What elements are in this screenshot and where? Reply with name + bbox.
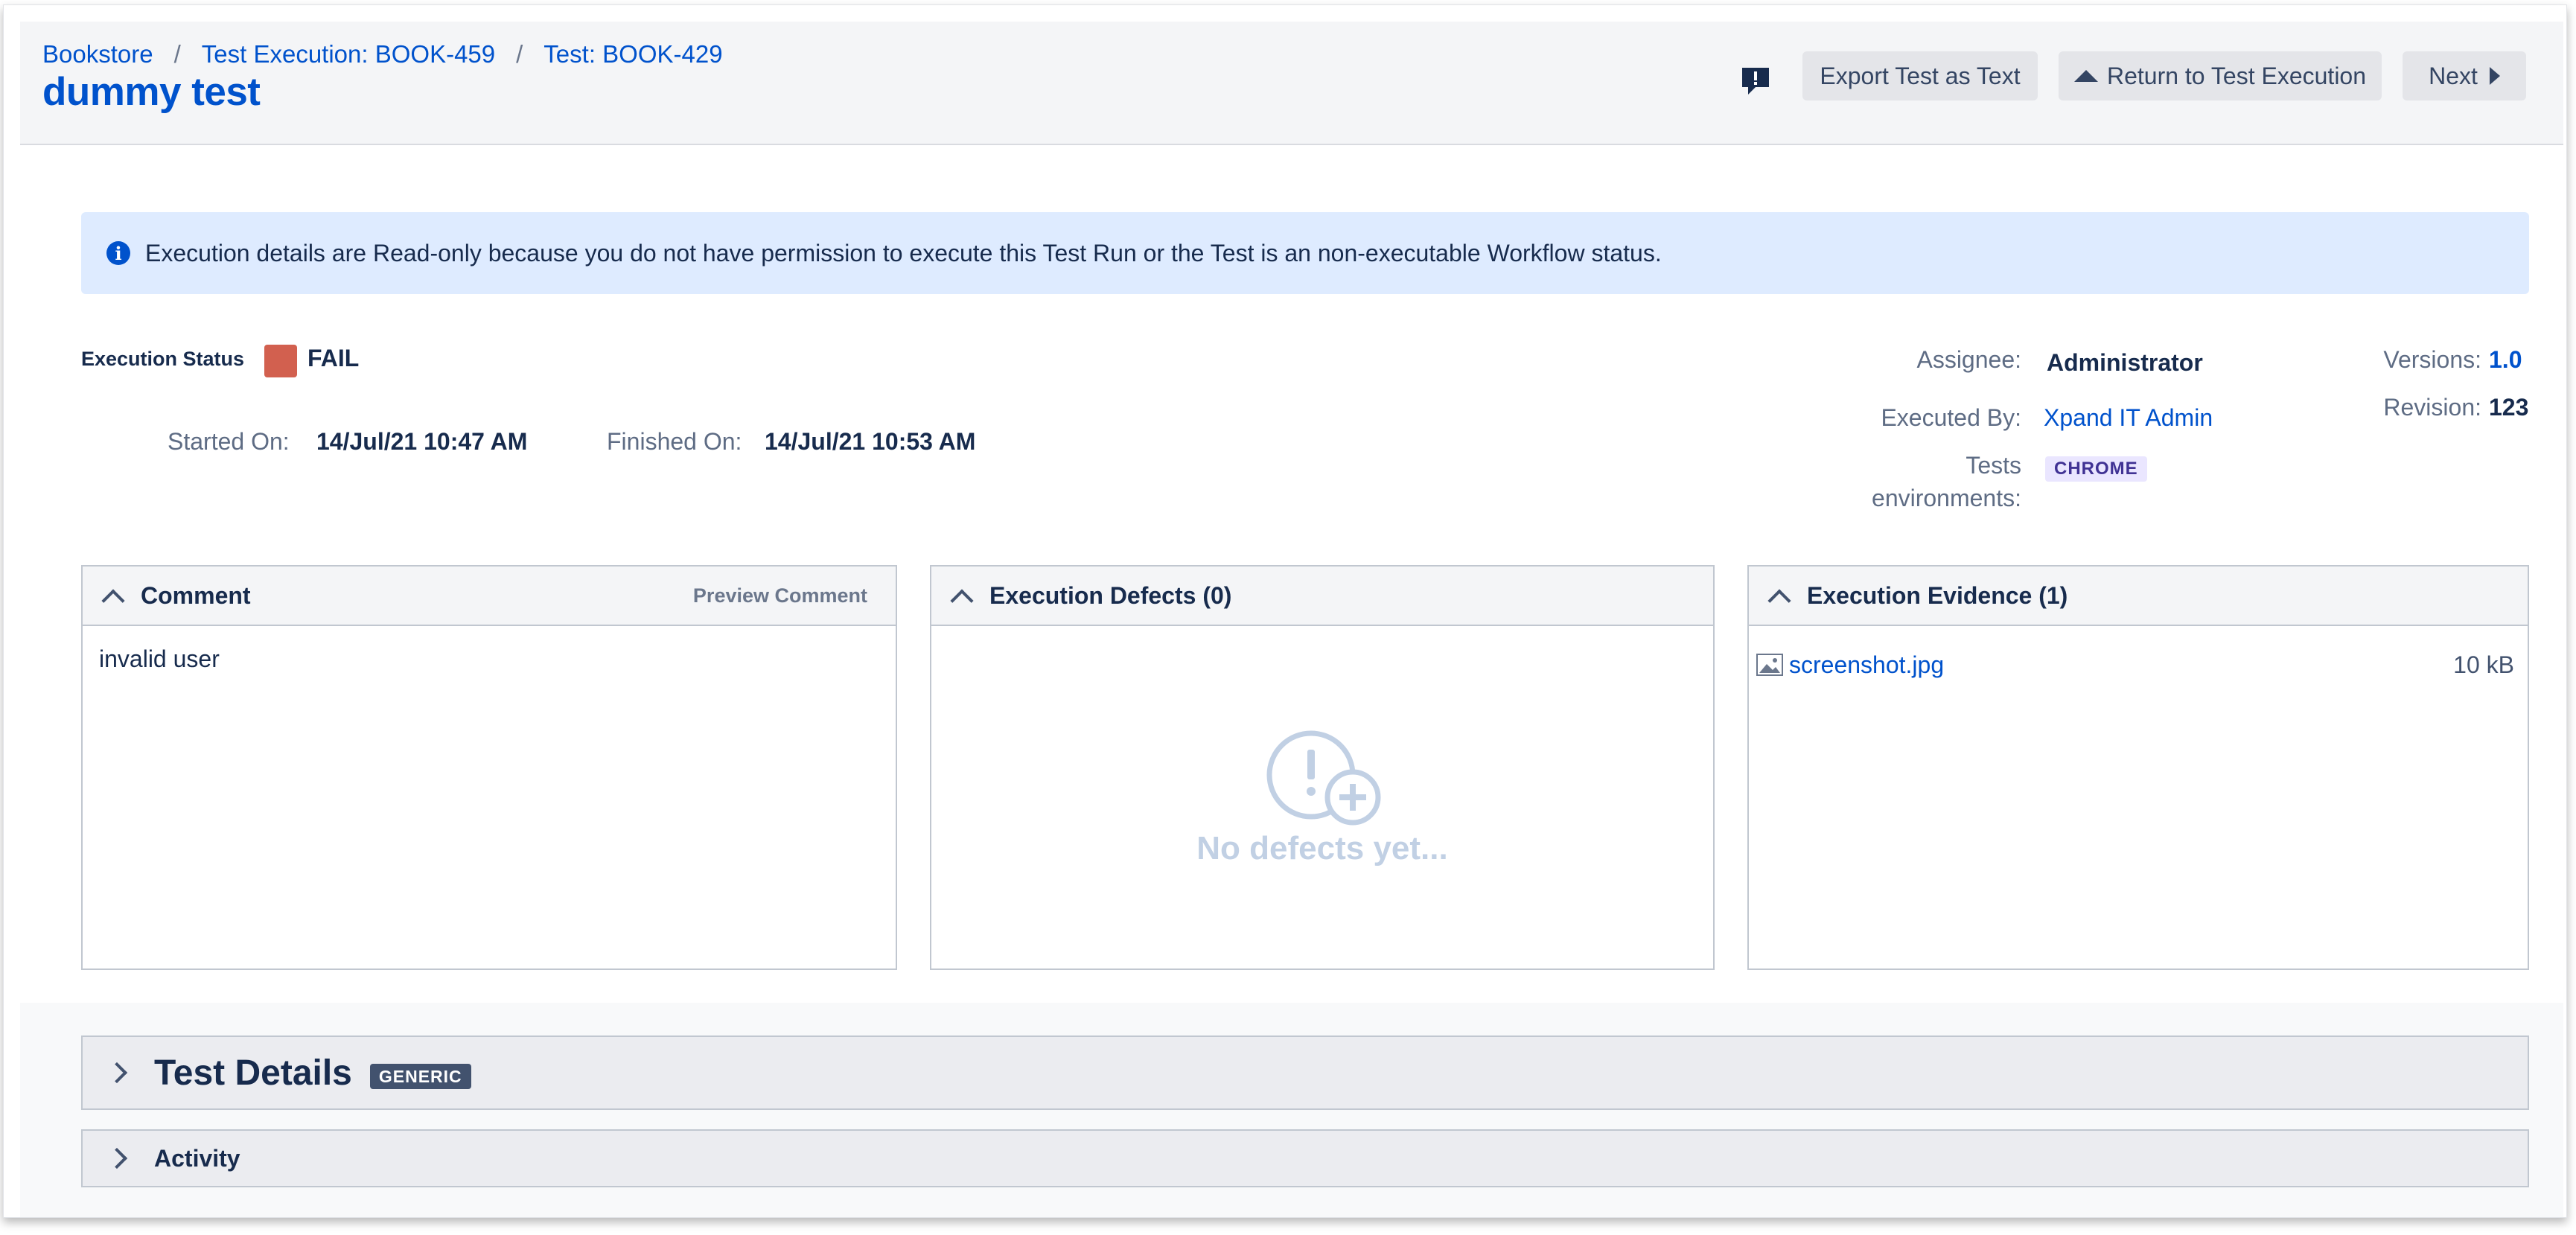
return-button-label: Return to Test Execution [2106, 62, 2367, 89]
finished-on-label: Finished On: [607, 428, 742, 455]
breadcrumb-link-test[interactable]: Test: BOOK-429 [543, 40, 722, 68]
started-on-label: Started On: [168, 428, 290, 455]
defects-panel-header[interactable]: Execution Defects (0) [931, 567, 1713, 626]
comment-panel-title: Comment [141, 581, 251, 609]
environment-badge: CHROME [2045, 456, 2147, 482]
tests-environments-label-line1: Tests [1966, 452, 2021, 479]
tests-environments-label-line2: environments: [1872, 485, 2021, 511]
info-icon: i [106, 241, 130, 265]
defects-panel-title: Execution Defects (0) [989, 581, 1232, 609]
executed-by-link[interactable]: Xpand IT Admin [2044, 404, 2213, 432]
assignee-label: Assignee: [1916, 346, 2021, 373]
evidence-file-link[interactable]: screenshot.jpg [1789, 651, 1944, 679]
test-details-title: Test Details [154, 1053, 352, 1093]
export-test-button-label: Export Test as Text [1820, 62, 2021, 89]
no-defects-message: No defects yet... [1196, 830, 1448, 867]
execution-evidence-panel: Execution Evidence (1) screenshot.jpg 10… [1747, 565, 2529, 970]
evidence-panel-title: Execution Evidence (1) [1807, 581, 2068, 609]
page-frame: Bookstore / Test Execution: BOOK-459 / T… [3, 4, 2567, 1218]
next-button-label: Next [2429, 62, 2478, 89]
executed-by-label: Executed By: [1881, 404, 2021, 431]
preview-comment-link[interactable]: Preview Comment [693, 584, 867, 607]
assignee-value[interactable]: Administrator [2047, 349, 2203, 377]
chevron-right-icon[interactable] [106, 1062, 128, 1084]
return-to-test-execution-button[interactable]: Return to Test Execution [2059, 51, 2382, 100]
evidence-panel-header[interactable]: Execution Evidence (1) [1749, 567, 2528, 626]
status-color-swatch [264, 345, 297, 377]
started-on-value: 14/Jul/21 10:47 AM [316, 428, 528, 455]
page-header: Bookstore / Test Execution: BOOK-459 / T… [20, 22, 2563, 145]
versions-link[interactable]: 1.0 [2489, 346, 2522, 374]
revision-value: 123 [2489, 394, 2529, 421]
page-title[interactable]: dummy test [42, 69, 261, 115]
chevron-up-icon[interactable] [950, 589, 974, 613]
test-details-section[interactable]: Test Details GENERIC [81, 1035, 2529, 1110]
image-file-icon [1756, 654, 1783, 676]
execution-status-label: Execution Status [81, 348, 245, 370]
arrow-up-icon [2073, 70, 2098, 82]
comment-panel-header[interactable]: Comment Preview Comment [83, 567, 896, 626]
versions-label: Versions: [2383, 346, 2481, 373]
evidence-file-size: 10 kB [2453, 651, 2514, 678]
no-defects-icon [1266, 730, 1381, 826]
comment-panel: Comment Preview Comment invalid user [81, 565, 897, 970]
read-only-info-banner: i Execution details are Read-only becaus… [81, 212, 2529, 294]
export-test-button[interactable]: Export Test as Text [1802, 51, 2038, 100]
activity-section[interactable]: Activity [81, 1129, 2529, 1187]
breadcrumb-link-test-execution[interactable]: Test Execution: BOOK-459 [202, 40, 495, 68]
execution-status-value[interactable]: FAIL [307, 345, 359, 372]
next-button[interactable]: Next [2403, 51, 2526, 100]
chevron-up-icon[interactable] [101, 589, 125, 613]
execution-defects-panel: Execution Defects (0) No defects yet... [930, 565, 1715, 970]
info-banner-message: Execution details are Read-only because … [145, 239, 1662, 267]
finished-on-value: 14/Jul/21 10:53 AM [765, 428, 976, 455]
test-type-badge: GENERIC [369, 1064, 471, 1089]
chevron-right-icon[interactable] [106, 1147, 128, 1169]
comment-text: invalid user [99, 645, 220, 672]
breadcrumb: Bookstore / Test Execution: BOOK-459 / T… [42, 36, 723, 72]
breadcrumb-link-project[interactable]: Bookstore [42, 40, 153, 68]
revision-label: Revision: [2383, 394, 2481, 421]
breadcrumb-separator: / [173, 40, 181, 68]
evidence-file-row: screenshot.jpg 10 kB [1756, 648, 2514, 681]
feedback-icon[interactable] [1738, 63, 1773, 99]
activity-title: Activity [154, 1144, 240, 1172]
chevron-up-icon[interactable] [1767, 589, 1791, 613]
breadcrumb-separator: / [516, 40, 523, 68]
arrow-right-icon [2489, 67, 2500, 85]
